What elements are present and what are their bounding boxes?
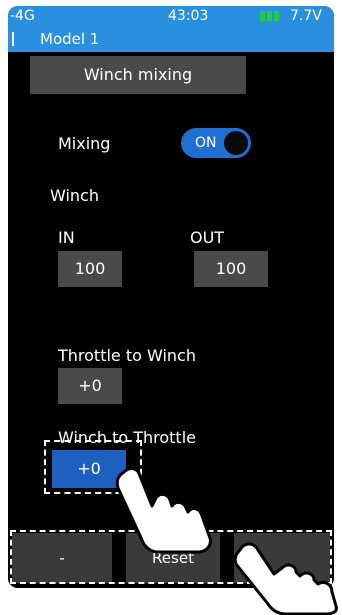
model-name[interactable]: Model 1	[40, 28, 99, 50]
title-marker	[12, 32, 14, 46]
throttle-to-winch-label: Throttle to Winch	[58, 346, 196, 365]
transmitter-screen-figure: -4G 43:03 7.7V Model 1 Winch mixing Mixi…	[0, 0, 342, 615]
winch-in-label: IN	[58, 228, 75, 247]
winch-label: Winch	[50, 186, 99, 205]
signal-indicator: -4G	[10, 8, 35, 24]
top-bar: -4G 43:03 7.7V Model 1	[8, 6, 334, 52]
toggle-knob	[224, 131, 248, 155]
mixing-label: Mixing	[58, 134, 111, 153]
toggle-state-text: ON	[195, 135, 217, 151]
mixing-toggle[interactable]: ON	[181, 128, 251, 158]
menu-title: Winch mixing	[30, 56, 246, 94]
tapping-hand-icon	[233, 542, 338, 615]
battery-voltage: 7.7V	[290, 8, 322, 24]
status-bar: -4G 43:03 7.7V	[8, 6, 334, 26]
winch-out-label: OUT	[190, 228, 225, 247]
tapping-hand-icon	[115, 467, 212, 554]
throttle-to-winch-value[interactable]: +0	[58, 368, 122, 404]
winch-out-value[interactable]: 100	[194, 251, 268, 287]
winch-in-value[interactable]: 100	[58, 251, 122, 287]
battery-icon	[260, 11, 284, 21]
clock: 43:03	[168, 8, 209, 24]
